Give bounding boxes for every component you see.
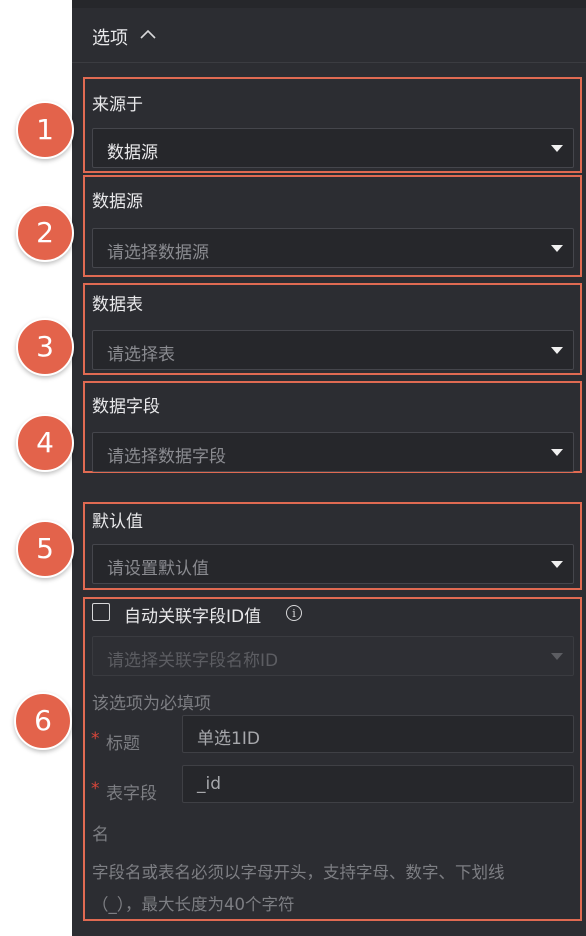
step-badge-2: 2 [16,204,74,262]
caret-down-icon [551,145,563,152]
datatable-label: 数据表 [92,295,143,315]
table-field-label: 表字段 [106,784,157,804]
datasource-label: 数据源 [92,192,143,212]
caret-down-icon [551,347,563,354]
table-field-required-mark: * [91,779,100,799]
caret-down-icon [551,653,563,660]
hint-line-1: 字段名或表名必须以字母开头，支持字母、数字、下划线 [92,863,505,882]
title-input[interactable]: 单选1ID [182,715,574,753]
source-label: 来源于 [92,95,143,115]
chevron-up-icon[interactable] [138,25,158,45]
datafield-label: 数据字段 [92,397,160,417]
datafield-select-placeholder: 请选择数据字段 [107,447,226,467]
step-badge-6: 6 [14,692,72,750]
required-note: 该选项为必填项 [92,694,211,714]
hint-line-2: （_），最大长度为40个字符 [92,895,295,914]
source-select-value: 数据源 [107,143,158,163]
auto-link-label[interactable]: 自动关联字段ID值 [124,602,261,627]
default-value-label: 默认值 [92,512,143,532]
table-field-input[interactable]: _id [182,765,574,803]
datatable-select[interactable]: 请选择表 [92,330,574,370]
section-title: 选项 [92,28,128,49]
datafield-select[interactable]: 请选择数据字段 [92,432,574,472]
title-input-value: 单选1ID [197,729,260,749]
panel-top-strip [72,0,586,8]
title-required-mark: * [91,729,100,749]
title-label: 标题 [106,734,140,754]
auto-link-checkbox[interactable] [92,603,110,621]
source-select[interactable]: 数据源 [92,128,574,168]
info-icon[interactable]: i [286,605,302,621]
step-badge-1: 1 [16,101,74,159]
datatable-select-placeholder: 请选择表 [107,345,175,365]
caret-down-icon [551,245,563,252]
default-value-select[interactable]: 请设置默认值 [92,544,574,584]
caret-down-icon [551,561,563,568]
step-badge-4: 4 [16,414,74,472]
caret-down-icon [551,449,563,456]
table-field-input-value: _id [197,774,222,794]
step-badge-3: 3 [16,318,74,376]
step-badge-5: 5 [16,520,74,578]
datasource-select[interactable]: 请选择数据源 [92,228,574,268]
datasource-select-placeholder: 请选择数据源 [107,243,209,263]
table-field-label-cont: 名 [92,825,109,845]
options-section-header[interactable]: 选项 [72,8,586,63]
linked-field-select-placeholder: 请选择关联字段名称ID [107,651,279,671]
linked-field-select: 请选择关联字段名称ID [92,636,574,676]
default-value-select-placeholder: 请设置默认值 [107,559,209,579]
